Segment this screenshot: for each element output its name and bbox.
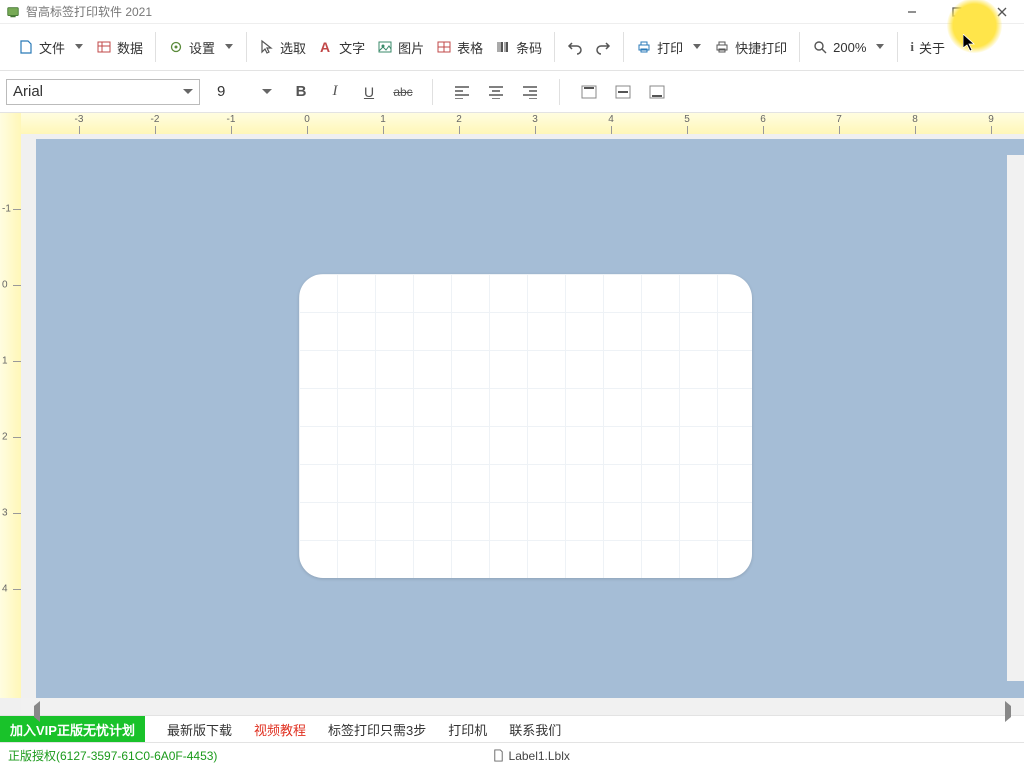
close-button[interactable] — [979, 0, 1024, 24]
chevron-down-icon — [74, 44, 84, 50]
ruler-vertical: -101234 — [0, 113, 21, 698]
font-name-value: Arial — [13, 83, 43, 100]
table-button[interactable]: 表格 — [430, 34, 489, 61]
format-toolbar: Arial 9 B I U abc — [0, 71, 1024, 113]
links-bar: 加入VIP正版无忧计划 最新版下载 视频教程 标签打印只需3步 打印机 联系我们 — [0, 715, 1024, 742]
valign-bottom-button[interactable] — [642, 77, 672, 107]
align-left-button[interactable] — [447, 77, 477, 107]
underline-button[interactable]: U — [354, 77, 384, 107]
about-button[interactable]: i 关于 — [904, 34, 951, 61]
undo-button[interactable] — [561, 35, 589, 59]
window-title: 智高标签打印软件 2021 — [26, 3, 889, 20]
canvas-area[interactable] — [21, 134, 1024, 698]
ruler-horizontal: -3-2-10123456789 — [21, 113, 1024, 134]
video-tutorial-link[interactable]: 视频教程 — [254, 720, 306, 739]
valign-middle-button[interactable] — [608, 77, 638, 107]
main-toolbar: 文件 数据 设置 选取 A 文字 图片 表格 — [0, 24, 1024, 71]
file-button[interactable]: 文件 — [12, 34, 90, 61]
workspace: -101234 -3-2-10123456789 — [0, 113, 1024, 715]
settings-label: 设置 — [189, 38, 215, 57]
steps-link[interactable]: 标签打印只需3步 — [328, 720, 426, 739]
horizontal-scrollbar[interactable] — [21, 698, 1024, 715]
barcode-label: 条码 — [516, 38, 542, 57]
cursor-icon — [963, 34, 979, 54]
data-label: 数据 — [117, 38, 143, 57]
text-label: 文字 — [339, 38, 365, 57]
zoom-label: 200% — [833, 40, 866, 55]
app-icon — [6, 5, 20, 19]
select-label: 选取 — [280, 38, 306, 57]
current-file: Label1.Lblx — [509, 749, 570, 763]
print-label: 打印 — [657, 38, 683, 57]
image-label: 图片 — [398, 38, 424, 57]
chevron-down-icon — [224, 44, 234, 50]
barcode-button[interactable]: 条码 — [489, 34, 548, 61]
chevron-down-icon — [262, 89, 272, 95]
font-size-value: 9 — [214, 83, 225, 100]
title-bar: 智高标签打印软件 2021 — [0, 0, 1024, 24]
align-right-button[interactable] — [515, 77, 545, 107]
text-button[interactable]: A 文字 — [312, 34, 371, 61]
vertical-scrollbar[interactable] — [1007, 155, 1024, 681]
label-canvas[interactable] — [299, 274, 752, 578]
align-center-button[interactable] — [481, 77, 511, 107]
redo-button[interactable] — [589, 35, 617, 59]
document-icon — [492, 749, 505, 762]
minimize-button[interactable] — [889, 0, 934, 24]
strikethrough-button[interactable]: abc — [388, 77, 418, 107]
contact-link[interactable]: 联系我们 — [509, 720, 561, 739]
latest-download-link[interactable]: 最新版下载 — [167, 720, 232, 739]
font-size-select[interactable]: 9 — [208, 79, 278, 105]
table-label: 表格 — [457, 38, 483, 57]
print-button[interactable]: 打印 — [630, 34, 708, 61]
maximize-button[interactable] — [934, 0, 979, 24]
quick-print-button[interactable]: 快捷打印 — [708, 34, 793, 61]
file-label: 文件 — [39, 38, 65, 57]
status-bar: 正版授权(6127-3597-61C0-6A0F-4453) Label1.Lb… — [0, 742, 1024, 768]
select-button[interactable]: 选取 — [253, 34, 312, 61]
image-button[interactable]: 图片 — [371, 34, 430, 61]
valign-top-button[interactable] — [574, 77, 604, 107]
chevron-down-icon — [692, 44, 702, 50]
printer-link[interactable]: 打印机 — [448, 720, 487, 739]
chevron-down-icon — [875, 44, 885, 50]
data-button[interactable]: 数据 — [90, 34, 149, 61]
settings-button[interactable]: 设置 — [162, 34, 240, 61]
italic-button[interactable]: I — [320, 77, 350, 107]
font-name-select[interactable]: Arial — [6, 79, 200, 105]
vip-link[interactable]: 加入VIP正版无忧计划 — [0, 716, 145, 742]
svg-text:A: A — [320, 39, 330, 55]
quick-print-label: 快捷打印 — [735, 38, 787, 57]
zoom-button[interactable]: 200% — [806, 35, 891, 59]
bold-button[interactable]: B — [286, 77, 316, 107]
license-status: 正版授权(6127-3597-61C0-6A0F-4453) — [0, 747, 217, 764]
about-label: 关于 — [919, 38, 945, 57]
chevron-down-icon — [183, 89, 193, 95]
